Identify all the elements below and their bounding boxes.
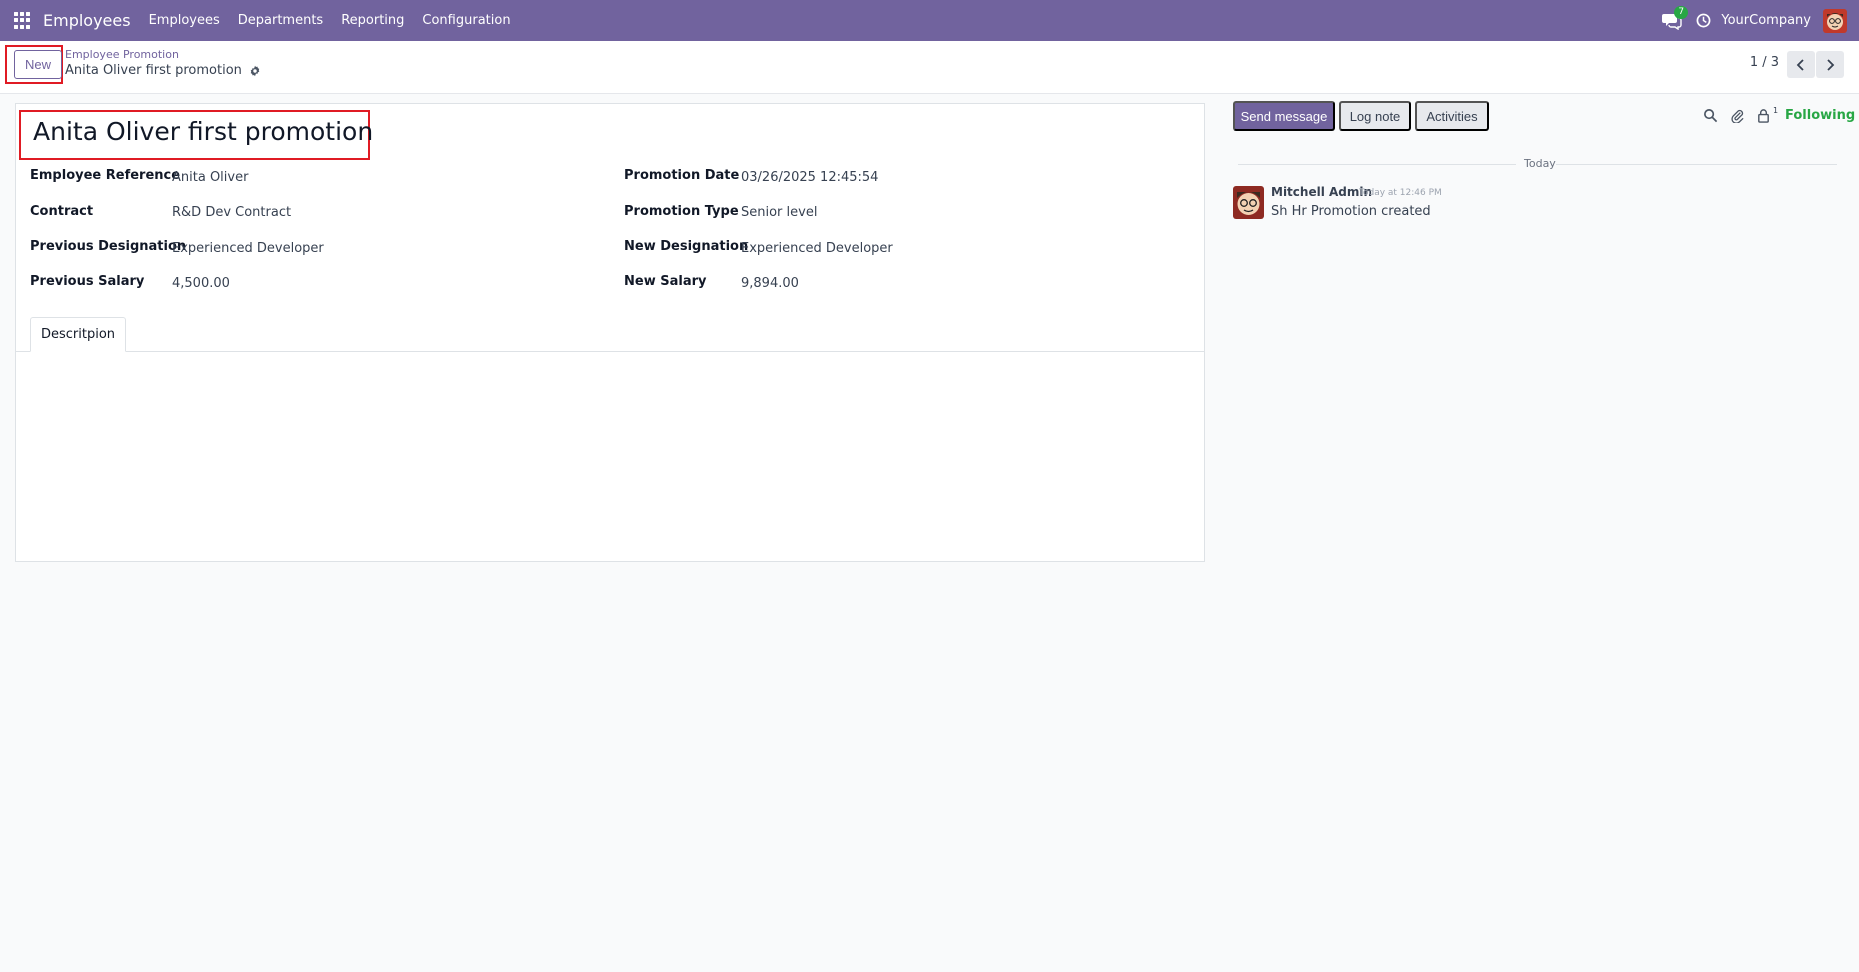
search-icon[interactable]	[1703, 108, 1718, 123]
company-switcher[interactable]: YourCompany	[1721, 13, 1811, 28]
pager-next-button[interactable]	[1816, 51, 1844, 78]
field-employee-reference[interactable]: Anita Oliver	[172, 170, 248, 185]
following-button[interactable]: Following	[1785, 108, 1855, 123]
main-menu: Employees Departments Reporting Configur…	[149, 13, 529, 28]
pager-value[interactable]: 1 / 3	[1750, 55, 1779, 70]
menu-configuration[interactable]: Configuration	[422, 13, 510, 28]
tab-description[interactable]: Descritpion	[30, 317, 126, 352]
message-author[interactable]: Mitchell Admin	[1271, 185, 1372, 199]
field-label-employee-reference: Employee Reference	[30, 168, 181, 183]
app-name[interactable]: Employees	[43, 11, 131, 30]
notebook-divider	[16, 351, 1204, 352]
field-promotion-date[interactable]: 03/26/2025 12:45:54	[741, 170, 878, 185]
field-label-promotion-date: Promotion Date	[624, 168, 740, 183]
new-button[interactable]: New	[14, 50, 62, 79]
top-navbar: Employees Employees Departments Reportin…	[0, 0, 1859, 41]
menu-departments[interactable]: Departments	[238, 13, 323, 28]
message-timestamp: Today at 12:46 PM	[1359, 188, 1442, 198]
date-separator: Today	[1524, 157, 1556, 170]
date-divider-left	[1238, 164, 1516, 165]
pager-previous-button[interactable]	[1787, 51, 1815, 78]
navbar-systray: 7 YourCompany	[1662, 0, 1847, 41]
field-previous-designation[interactable]: Experienced Developer	[172, 241, 324, 256]
chevron-left-icon	[1796, 58, 1804, 71]
record-title[interactable]: Anita Oliver first promotion	[33, 117, 373, 146]
menu-employees[interactable]: Employees	[149, 13, 220, 28]
breadcrumb-parent-link[interactable]: Employee Promotion	[65, 48, 179, 61]
log-note-button[interactable]: Log note	[1339, 101, 1411, 131]
send-message-button[interactable]: Send message	[1233, 101, 1335, 131]
user-avatar[interactable]	[1823, 8, 1847, 33]
message-count-badge: 7	[1674, 5, 1689, 19]
field-promotion-type[interactable]: Senior level	[741, 205, 817, 220]
menu-reporting[interactable]: Reporting	[341, 13, 404, 28]
chevron-right-icon	[1827, 58, 1835, 71]
field-label-previous-salary: Previous Salary	[30, 274, 145, 289]
breadcrumb-current-label: Anita Oliver first promotion	[65, 63, 242, 78]
message-author-avatar[interactable]	[1233, 186, 1264, 219]
field-label-promotion-type: Promotion Type	[624, 204, 739, 219]
field-previous-salary[interactable]: 4,500.00	[172, 276, 230, 291]
field-new-designation[interactable]: Experienced Developer	[741, 241, 893, 256]
lock-icon[interactable]	[1756, 108, 1771, 123]
field-label-new-designation: New Designation	[624, 239, 749, 254]
activities-button[interactable]: Activities	[1415, 101, 1489, 131]
apps-menu-icon[interactable]	[14, 11, 32, 30]
messaging-icon[interactable]: 7	[1662, 5, 1689, 30]
field-label-previous-designation: Previous Designation	[30, 239, 187, 254]
follower-count: 1	[1773, 106, 1779, 115]
field-label-contract: Contract	[30, 204, 94, 219]
paperclip-icon[interactable]	[1730, 108, 1745, 123]
field-new-salary[interactable]: 9,894.00	[741, 276, 799, 291]
breadcrumb-current: Anita Oliver first promotion	[65, 63, 261, 78]
field-label-new-salary: New Salary	[624, 274, 707, 289]
message-body: Sh Hr Promotion created	[1271, 204, 1431, 219]
control-panel: New Employee Promotion Anita Oliver firs…	[0, 41, 1859, 94]
field-contract[interactable]: R&D Dev Contract	[172, 205, 291, 220]
gear-icon[interactable]	[249, 65, 261, 77]
date-divider-right	[1556, 164, 1837, 165]
activity-clock-icon[interactable]	[1696, 13, 1711, 28]
